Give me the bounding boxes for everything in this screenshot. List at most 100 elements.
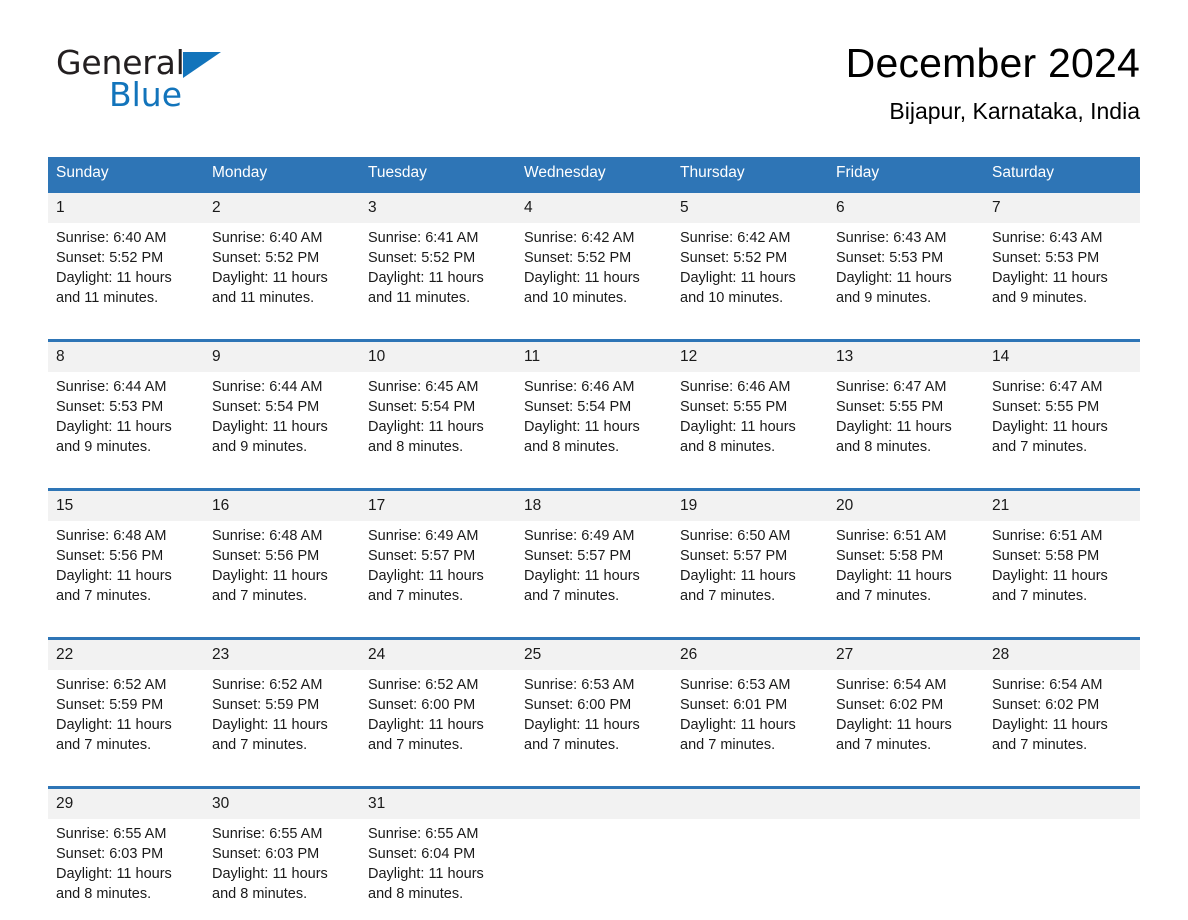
day-number-cell[interactable]: 20: [828, 490, 984, 522]
day-sunrise-text: Sunrise: 6:52 AM: [368, 675, 506, 695]
day-daylight-text: and 8 minutes.: [212, 884, 350, 904]
day-info-cell[interactable]: Sunrise: 6:43 AMSunset: 5:53 PMDaylight:…: [984, 223, 1140, 324]
day-number-cell[interactable]: 5: [672, 192, 828, 224]
day-sunset-text: Sunset: 5:54 PM: [368, 397, 506, 417]
day-info-cell[interactable]: Sunrise: 6:51 AMSunset: 5:58 PMDaylight:…: [828, 521, 984, 622]
day-number-cell[interactable]: 12: [672, 341, 828, 373]
day-number-cell[interactable]: 3: [360, 192, 516, 224]
day-sunset-text: Sunset: 5:57 PM: [524, 546, 662, 566]
day-number-cell[interactable]: 4: [516, 192, 672, 224]
day-info-cell[interactable]: Sunrise: 6:48 AMSunset: 5:56 PMDaylight:…: [48, 521, 204, 622]
day-number-cell[interactable]: 6: [828, 192, 984, 224]
week-spacer-row: [48, 473, 1140, 490]
day-info-cell[interactable]: Sunrise: 6:53 AMSunset: 6:00 PMDaylight:…: [516, 670, 672, 771]
day-info-cell[interactable]: Sunrise: 6:40 AMSunset: 5:52 PMDaylight:…: [204, 223, 360, 324]
day-info-cell[interactable]: Sunrise: 6:51 AMSunset: 5:58 PMDaylight:…: [984, 521, 1140, 622]
day-info-cell[interactable]: Sunrise: 6:52 AMSunset: 5:59 PMDaylight:…: [48, 670, 204, 771]
day-number-cell[interactable]: 9: [204, 341, 360, 373]
day-sunset-text: Sunset: 5:54 PM: [212, 397, 350, 417]
day-sunset-text: Sunset: 6:03 PM: [212, 844, 350, 864]
day-info-cell[interactable]: Sunrise: 6:42 AMSunset: 5:52 PMDaylight:…: [516, 223, 672, 324]
day-info-cell[interactable]: Sunrise: 6:44 AMSunset: 5:54 PMDaylight:…: [204, 372, 360, 473]
day-number-cell[interactable]: 21: [984, 490, 1140, 522]
generalblue-logo[interactable]: General Blue: [56, 46, 386, 118]
day-sunset-text: Sunset: 5:52 PM: [212, 248, 350, 268]
day-info-cell[interactable]: Sunrise: 6:49 AMSunset: 5:57 PMDaylight:…: [516, 521, 672, 622]
day-sunset-text: Sunset: 5:59 PM: [56, 695, 194, 715]
day-info-cell[interactable]: Sunrise: 6:49 AMSunset: 5:57 PMDaylight:…: [360, 521, 516, 622]
day-info-cell[interactable]: Sunrise: 6:47 AMSunset: 5:55 PMDaylight:…: [984, 372, 1140, 473]
day-daylight-text: and 7 minutes.: [56, 586, 194, 606]
day-number-cell[interactable]: 27: [828, 639, 984, 671]
day-sunset-text: Sunset: 5:53 PM: [836, 248, 974, 268]
day-info-cell[interactable]: Sunrise: 6:54 AMSunset: 6:02 PMDaylight:…: [984, 670, 1140, 771]
day-info-cell[interactable]: Sunrise: 6:41 AMSunset: 5:52 PMDaylight:…: [360, 223, 516, 324]
day-number-cell[interactable]: 15: [48, 490, 204, 522]
day-daylight-text: and 7 minutes.: [524, 586, 662, 606]
day-number-cell[interactable]: 11: [516, 341, 672, 373]
day-info-cell[interactable]: Sunrise: 6:52 AMSunset: 5:59 PMDaylight:…: [204, 670, 360, 771]
day-info-cell[interactable]: Sunrise: 6:45 AMSunset: 5:54 PMDaylight:…: [360, 372, 516, 473]
day-number-cell[interactable]: 7: [984, 192, 1140, 224]
day-number-cell[interactable]: 10: [360, 341, 516, 373]
day-daylight-text: and 8 minutes.: [680, 437, 818, 457]
day-number-cell[interactable]: 8: [48, 341, 204, 373]
day-sunset-text: Sunset: 5:55 PM: [680, 397, 818, 417]
day-info-cell[interactable]: Sunrise: 6:42 AMSunset: 5:52 PMDaylight:…: [672, 223, 828, 324]
day-daylight-text: Daylight: 11 hours: [992, 715, 1130, 735]
day-number-cell[interactable]: 26: [672, 639, 828, 671]
day-number-cell[interactable]: 30: [204, 788, 360, 820]
day-info-cell[interactable]: Sunrise: 6:47 AMSunset: 5:55 PMDaylight:…: [828, 372, 984, 473]
day-number-cell[interactable]: 2: [204, 192, 360, 224]
day-number-cell[interactable]: 17: [360, 490, 516, 522]
day-info-cell[interactable]: Sunrise: 6:50 AMSunset: 5:57 PMDaylight:…: [672, 521, 828, 622]
day-number-cell[interactable]: 28: [984, 639, 1140, 671]
day-number-cell[interactable]: 29: [48, 788, 204, 820]
week-spacer-row: [48, 622, 1140, 639]
day-sunrise-text: Sunrise: 6:54 AM: [836, 675, 974, 695]
day-info-cell[interactable]: Sunrise: 6:55 AMSunset: 6:03 PMDaylight:…: [48, 819, 204, 920]
day-daylight-text: and 7 minutes.: [524, 735, 662, 755]
day-number-cell[interactable]: 13: [828, 341, 984, 373]
calendar-header-row-group: Sunday Monday Tuesday Wednesday Thursday…: [48, 157, 1140, 192]
day-sunrise-text: Sunrise: 6:53 AM: [524, 675, 662, 695]
calendar-grid: Sunday Monday Tuesday Wednesday Thursday…: [48, 157, 1140, 920]
day-number-cell[interactable]: 25: [516, 639, 672, 671]
day-info-cell[interactable]: Sunrise: 6:54 AMSunset: 6:02 PMDaylight:…: [828, 670, 984, 771]
day-info-cell[interactable]: Sunrise: 6:55 AMSunset: 6:04 PMDaylight:…: [360, 819, 516, 920]
day-daylight-text: Daylight: 11 hours: [368, 864, 506, 884]
day-info-cell[interactable]: Sunrise: 6:40 AMSunset: 5:52 PMDaylight:…: [48, 223, 204, 324]
day-number-cell[interactable]: 31: [360, 788, 516, 820]
day-info-cell[interactable]: Sunrise: 6:48 AMSunset: 5:56 PMDaylight:…: [204, 521, 360, 622]
weekday-header-tuesday: Tuesday: [360, 157, 516, 192]
day-number-cell[interactable]: 16: [204, 490, 360, 522]
day-sunset-text: Sunset: 5:57 PM: [680, 546, 818, 566]
day-info-cell[interactable]: Sunrise: 6:55 AMSunset: 6:03 PMDaylight:…: [204, 819, 360, 920]
day-daylight-text: Daylight: 11 hours: [836, 715, 974, 735]
day-sunset-text: Sunset: 5:59 PM: [212, 695, 350, 715]
day-info-cell[interactable]: Sunrise: 6:46 AMSunset: 5:54 PMDaylight:…: [516, 372, 672, 473]
day-number-cell[interactable]: 19: [672, 490, 828, 522]
day-daylight-text: Daylight: 11 hours: [680, 268, 818, 288]
page-title: December 2024: [846, 38, 1140, 88]
day-info-cell[interactable]: Sunrise: 6:46 AMSunset: 5:55 PMDaylight:…: [672, 372, 828, 473]
day-info-cell[interactable]: Sunrise: 6:52 AMSunset: 6:00 PMDaylight:…: [360, 670, 516, 771]
day-number-cell[interactable]: 24: [360, 639, 516, 671]
day-daylight-text: and 9 minutes.: [836, 288, 974, 308]
day-sunset-text: Sunset: 5:53 PM: [992, 248, 1130, 268]
day-number-cell[interactable]: 22: [48, 639, 204, 671]
day-number-cell-empty: [828, 788, 984, 820]
day-sunset-text: Sunset: 5:52 PM: [368, 248, 506, 268]
day-sunrise-text: Sunrise: 6:44 AM: [212, 377, 350, 397]
day-sunrise-text: Sunrise: 6:54 AM: [992, 675, 1130, 695]
day-number-cell[interactable]: 1: [48, 192, 204, 224]
day-info-cell[interactable]: Sunrise: 6:43 AMSunset: 5:53 PMDaylight:…: [828, 223, 984, 324]
day-number-cell[interactable]: 14: [984, 341, 1140, 373]
day-daylight-text: and 9 minutes.: [56, 437, 194, 457]
day-number-cell[interactable]: 23: [204, 639, 360, 671]
day-info-cell[interactable]: Sunrise: 6:53 AMSunset: 6:01 PMDaylight:…: [672, 670, 828, 771]
day-daylight-text: and 7 minutes.: [212, 735, 350, 755]
day-info-cell[interactable]: Sunrise: 6:44 AMSunset: 5:53 PMDaylight:…: [48, 372, 204, 473]
day-sunset-text: Sunset: 6:00 PM: [524, 695, 662, 715]
day-number-cell[interactable]: 18: [516, 490, 672, 522]
